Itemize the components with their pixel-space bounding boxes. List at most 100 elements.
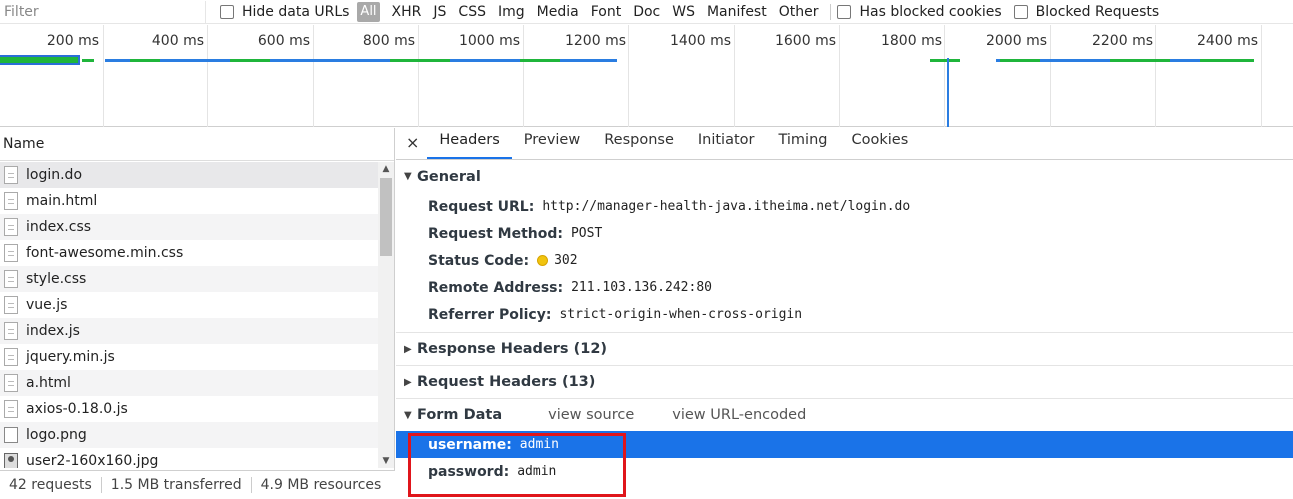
type-filter-ws[interactable]: WS — [672, 4, 695, 20]
type-filter-doc[interactable]: Doc — [633, 4, 660, 20]
close-icon[interactable]: × — [396, 133, 427, 159]
timeline-request-bar — [0, 55, 80, 65]
type-filter-img[interactable]: Img — [498, 4, 525, 20]
header-value: 302 — [554, 253, 578, 268]
form-data-row-password[interactable]: password: admin — [396, 458, 1293, 485]
document-icon — [4, 218, 18, 236]
tick-line — [734, 25, 735, 127]
request-count: 42 requests — [9, 477, 92, 493]
header-value: POST — [570, 226, 603, 241]
header-row-referrer-policy: Referrer Policy: strict-origin-when-cros… — [396, 301, 1293, 328]
tab-response[interactable]: Response — [592, 127, 686, 159]
tick-line — [628, 25, 629, 127]
header-name: Referrer Policy: — [428, 306, 552, 323]
form-data-row-username[interactable]: username: admin — [396, 431, 1293, 458]
type-filter-js[interactable]: JS — [433, 4, 446, 20]
general-section-title: General — [417, 168, 481, 185]
view-source-link[interactable]: view source — [548, 407, 634, 423]
request-row[interactable]: axios-0.18.0.js — [0, 396, 378, 422]
type-filter-font[interactable]: Font — [591, 4, 621, 20]
hide-data-urls-checkbox[interactable]: Hide data URLs — [220, 4, 349, 20]
list-scrollbar[interactable]: ▲ ▼ — [378, 162, 394, 468]
tick-label: 200 ms — [46, 33, 99, 49]
tick-label: 800 ms — [362, 33, 415, 49]
form-data-title: Form Data — [417, 407, 503, 423]
form-field-value: admin — [517, 464, 557, 479]
tab-initiator[interactable]: Initiator — [686, 127, 767, 159]
request-name: style.css — [26, 271, 87, 287]
document-icon — [4, 296, 18, 314]
request-row[interactable]: index.css — [0, 214, 378, 240]
tick-line — [944, 25, 945, 127]
request-headers-section-header[interactable]: ▶ Request Headers (13) — [396, 365, 1293, 398]
tick-line — [207, 25, 208, 127]
tab-cookies[interactable]: Cookies — [839, 127, 920, 159]
request-row[interactable]: login.do — [0, 162, 378, 188]
request-list: Name login.do main.html index.css font-a… — [0, 128, 395, 499]
header-name: Remote Address: — [428, 279, 564, 296]
blocked-requests-checkbox[interactable]: Blocked Requests — [1013, 4, 1159, 20]
form-field-name: password: — [428, 463, 510, 480]
document-icon — [4, 270, 18, 288]
type-filter-media[interactable]: Media — [537, 4, 579, 20]
details-tabs: × Headers Preview Response Initiator Tim… — [396, 128, 1293, 160]
timeline-marker — [947, 58, 949, 127]
request-name: vue.js — [26, 297, 68, 313]
filter-input[interactable] — [0, 0, 206, 23]
document-icon — [4, 244, 18, 262]
request-row[interactable]: a.html — [0, 370, 378, 396]
checkbox-box[interactable] — [1013, 4, 1028, 19]
request-name: index.css — [26, 219, 92, 235]
document-icon — [4, 166, 18, 184]
request-row[interactable]: main.html — [0, 188, 378, 214]
request-rows: login.do main.html index.css font-awesom… — [0, 162, 378, 468]
scroll-down-arrow-icon[interactable]: ▼ — [378, 454, 394, 468]
filter-separator — [830, 3, 832, 20]
checkbox-box[interactable] — [220, 4, 234, 19]
type-filter-all[interactable]: All — [357, 1, 380, 22]
type-filter-xhr[interactable]: XHR — [392, 4, 422, 20]
tab-headers[interactable]: Headers — [427, 127, 512, 159]
tab-preview[interactable]: Preview — [512, 127, 592, 159]
request-row[interactable]: font-awesome.min.css — [0, 240, 378, 266]
header-row-remote-address: Remote Address: 211.103.136.242:80 — [396, 274, 1293, 301]
request-row[interactable]: vue.js — [0, 292, 378, 318]
type-filter-manifest[interactable]: Manifest — [707, 4, 767, 20]
request-row[interactable]: index.js — [0, 318, 378, 344]
name-column-header[interactable]: Name — [0, 128, 394, 161]
header-name: Status Code: — [428, 252, 530, 269]
user-image-icon — [4, 453, 18, 468]
form-data-section-header[interactable]: ▼ Form Data view source view URL-encoded — [396, 398, 1293, 431]
view-url-encoded-link[interactable]: view URL-encoded — [672, 407, 806, 423]
request-row[interactable]: style.css — [0, 266, 378, 292]
response-headers-title: Response Headers (12) — [417, 341, 608, 357]
response-headers-section-header[interactable]: ▶ Response Headers (12) — [396, 332, 1293, 365]
type-filter-css[interactable]: CSS — [458, 4, 486, 20]
tick-label: 1800 ms — [880, 33, 942, 49]
general-section-header[interactable]: ▼ General — [396, 160, 1293, 193]
has-blocked-cookies-checkbox[interactable]: Has blocked cookies — [837, 4, 1002, 20]
triangle-right-icon: ▶ — [404, 343, 412, 355]
timeline-request-bar — [1000, 59, 1040, 62]
header-value: strict-origin-when-cross-origin — [559, 307, 803, 322]
request-headers-title: Request Headers (13) — [417, 374, 596, 390]
scrollbar-thumb[interactable] — [380, 178, 392, 256]
checkbox-box[interactable] — [837, 4, 852, 19]
resources-size: 4.9 MB resources — [260, 477, 382, 493]
tab-timing[interactable]: Timing — [766, 127, 839, 159]
header-name: Request Method: — [428, 225, 563, 242]
type-filter-other[interactable]: Other — [779, 4, 819, 20]
scroll-up-arrow-icon[interactable]: ▲ — [378, 162, 394, 176]
header-row-request-url: Request URL: http://manager-health-java.… — [396, 193, 1293, 220]
timeline-request-bar — [230, 59, 270, 62]
timeline-request-bar — [82, 59, 94, 62]
document-icon — [4, 400, 18, 418]
request-row[interactable]: user2-160x160.jpg — [0, 448, 378, 468]
tick-label: 400 ms — [151, 33, 204, 49]
request-name: login.do — [26, 167, 83, 183]
document-icon — [4, 322, 18, 340]
timeline-overview[interactable]: 200 ms 400 ms 600 ms 800 ms 1000 ms 1200… — [0, 25, 1293, 127]
request-row[interactable]: logo.png — [0, 422, 378, 448]
timeline-request-bar — [930, 59, 960, 62]
request-row[interactable]: jquery.min.js — [0, 344, 378, 370]
